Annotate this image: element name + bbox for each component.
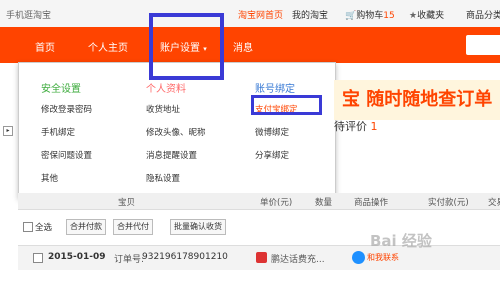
banner-text: 宝 随时随地查订单 <box>342 89 493 110</box>
app-promo-banner[interactable]: 宝 随时随地查订单 <box>334 80 500 120</box>
taobao-home-link[interactable]: 淘宝网首页 <box>238 8 283 21</box>
menu-weibo-binding[interactable]: 微博绑定 <box>255 126 289 138</box>
nav-home[interactable]: 首页 <box>35 39 55 54</box>
select-all-checkbox[interactable] <box>23 222 33 232</box>
menu-security-question[interactable]: 密保问题设置 <box>41 149 92 161</box>
menu-avatar-nickname[interactable]: 修改头像、昵称 <box>146 126 206 138</box>
order-checkbox[interactable] <box>33 253 43 263</box>
nav-profile[interactable]: 个人主页 <box>88 39 128 54</box>
contact-seller-link[interactable]: 和我联系 <box>367 252 399 263</box>
top-utility-bar: 手机逛淘宝 淘宝网首页 我的淘宝 🛒购物车15 ★收藏夹 商品分类 <box>0 0 500 28</box>
pending-review[interactable]: 待评价 1 <box>334 118 378 134</box>
col-quantity: 数量 <box>315 198 333 208</box>
nav-messages[interactable]: 消息 <box>233 39 253 54</box>
cart-label: 购物车 <box>356 11 384 21</box>
favorites-label: 收藏夹 <box>417 11 445 21</box>
mobile-taobao-link[interactable]: 手机逛淘宝 <box>6 8 51 21</box>
shop-name-link[interactable]: 鹏达话费充... <box>271 252 325 265</box>
menu-change-password[interactable]: 修改登录密码 <box>41 103 92 115</box>
wangwang-chat-icon[interactable] <box>352 251 365 264</box>
alipay-binding-highlight <box>251 95 322 115</box>
order-date: 2015-01-09 <box>48 252 106 262</box>
cart-count: 15 <box>383 11 395 21</box>
menu-phone-binding[interactable]: 手机绑定 <box>41 126 75 138</box>
merge-pay-for-button[interactable]: 合并代付 <box>113 219 153 235</box>
col-price: 单价(元) <box>260 198 293 208</box>
search-input[interactable] <box>466 35 500 55</box>
baidu-jingyan-watermark: Bai 经验 <box>370 232 432 250</box>
cart-icon: 🛒 <box>345 11 357 21</box>
categories-link[interactable]: 商品分类 <box>466 8 500 21</box>
menu-privacy-settings[interactable]: 隐私设置 <box>146 172 180 184</box>
col-item: 宝贝 <box>118 198 136 208</box>
select-all-label: 全选 <box>35 223 53 233</box>
personal-info-heading: 个人资料 <box>146 84 186 95</box>
main-nav: 首页 个人主页 账户设置 ▾ 消息 <box>0 27 500 63</box>
col-paid: 实付款(元) <box>428 198 469 208</box>
star-icon: ★ <box>409 11 418 21</box>
batch-confirm-button[interactable]: 批量确认收货 <box>170 219 226 235</box>
shop-icon <box>256 252 267 263</box>
order-no-label: 订单号: <box>114 255 145 265</box>
menu-shipping-address[interactable]: 收货地址 <box>146 103 180 115</box>
col-item-actions: 商品操作 <box>354 198 389 208</box>
cart-link[interactable]: 🛒购物车15 <box>345 8 395 21</box>
menu-notification-settings[interactable]: 消息提醒设置 <box>146 149 197 161</box>
menu-share-binding[interactable]: 分享绑定 <box>255 149 289 161</box>
order-table-header: 宝贝 单价(元) 数量 商品操作 实付款(元) 交易 <box>18 193 500 210</box>
my-taobao-link[interactable]: 我的淘宝 <box>292 8 328 21</box>
favorites-link[interactable]: ★收藏夹 <box>409 8 444 21</box>
col-trade: 交易 <box>488 198 500 208</box>
pending-review-label: 待评价 <box>334 120 367 133</box>
pending-review-count: 1 <box>370 120 378 133</box>
order-number: 932196178901210 <box>142 252 228 262</box>
security-settings-heading: 安全设置 <box>41 84 81 95</box>
account-binding-heading: 账号绑定 <box>255 84 295 95</box>
account-settings-dropdown: 安全设置 修改登录密码 手机绑定 密保问题设置 其他 个人资料 收货地址 修改头… <box>18 62 336 198</box>
merge-pay-button[interactable]: 合并付款 <box>66 219 106 235</box>
menu-other[interactable]: 其他 <box>41 172 58 184</box>
collapse-toggle-icon[interactable]: ▸ <box>3 126 13 136</box>
account-settings-highlight <box>149 13 224 80</box>
